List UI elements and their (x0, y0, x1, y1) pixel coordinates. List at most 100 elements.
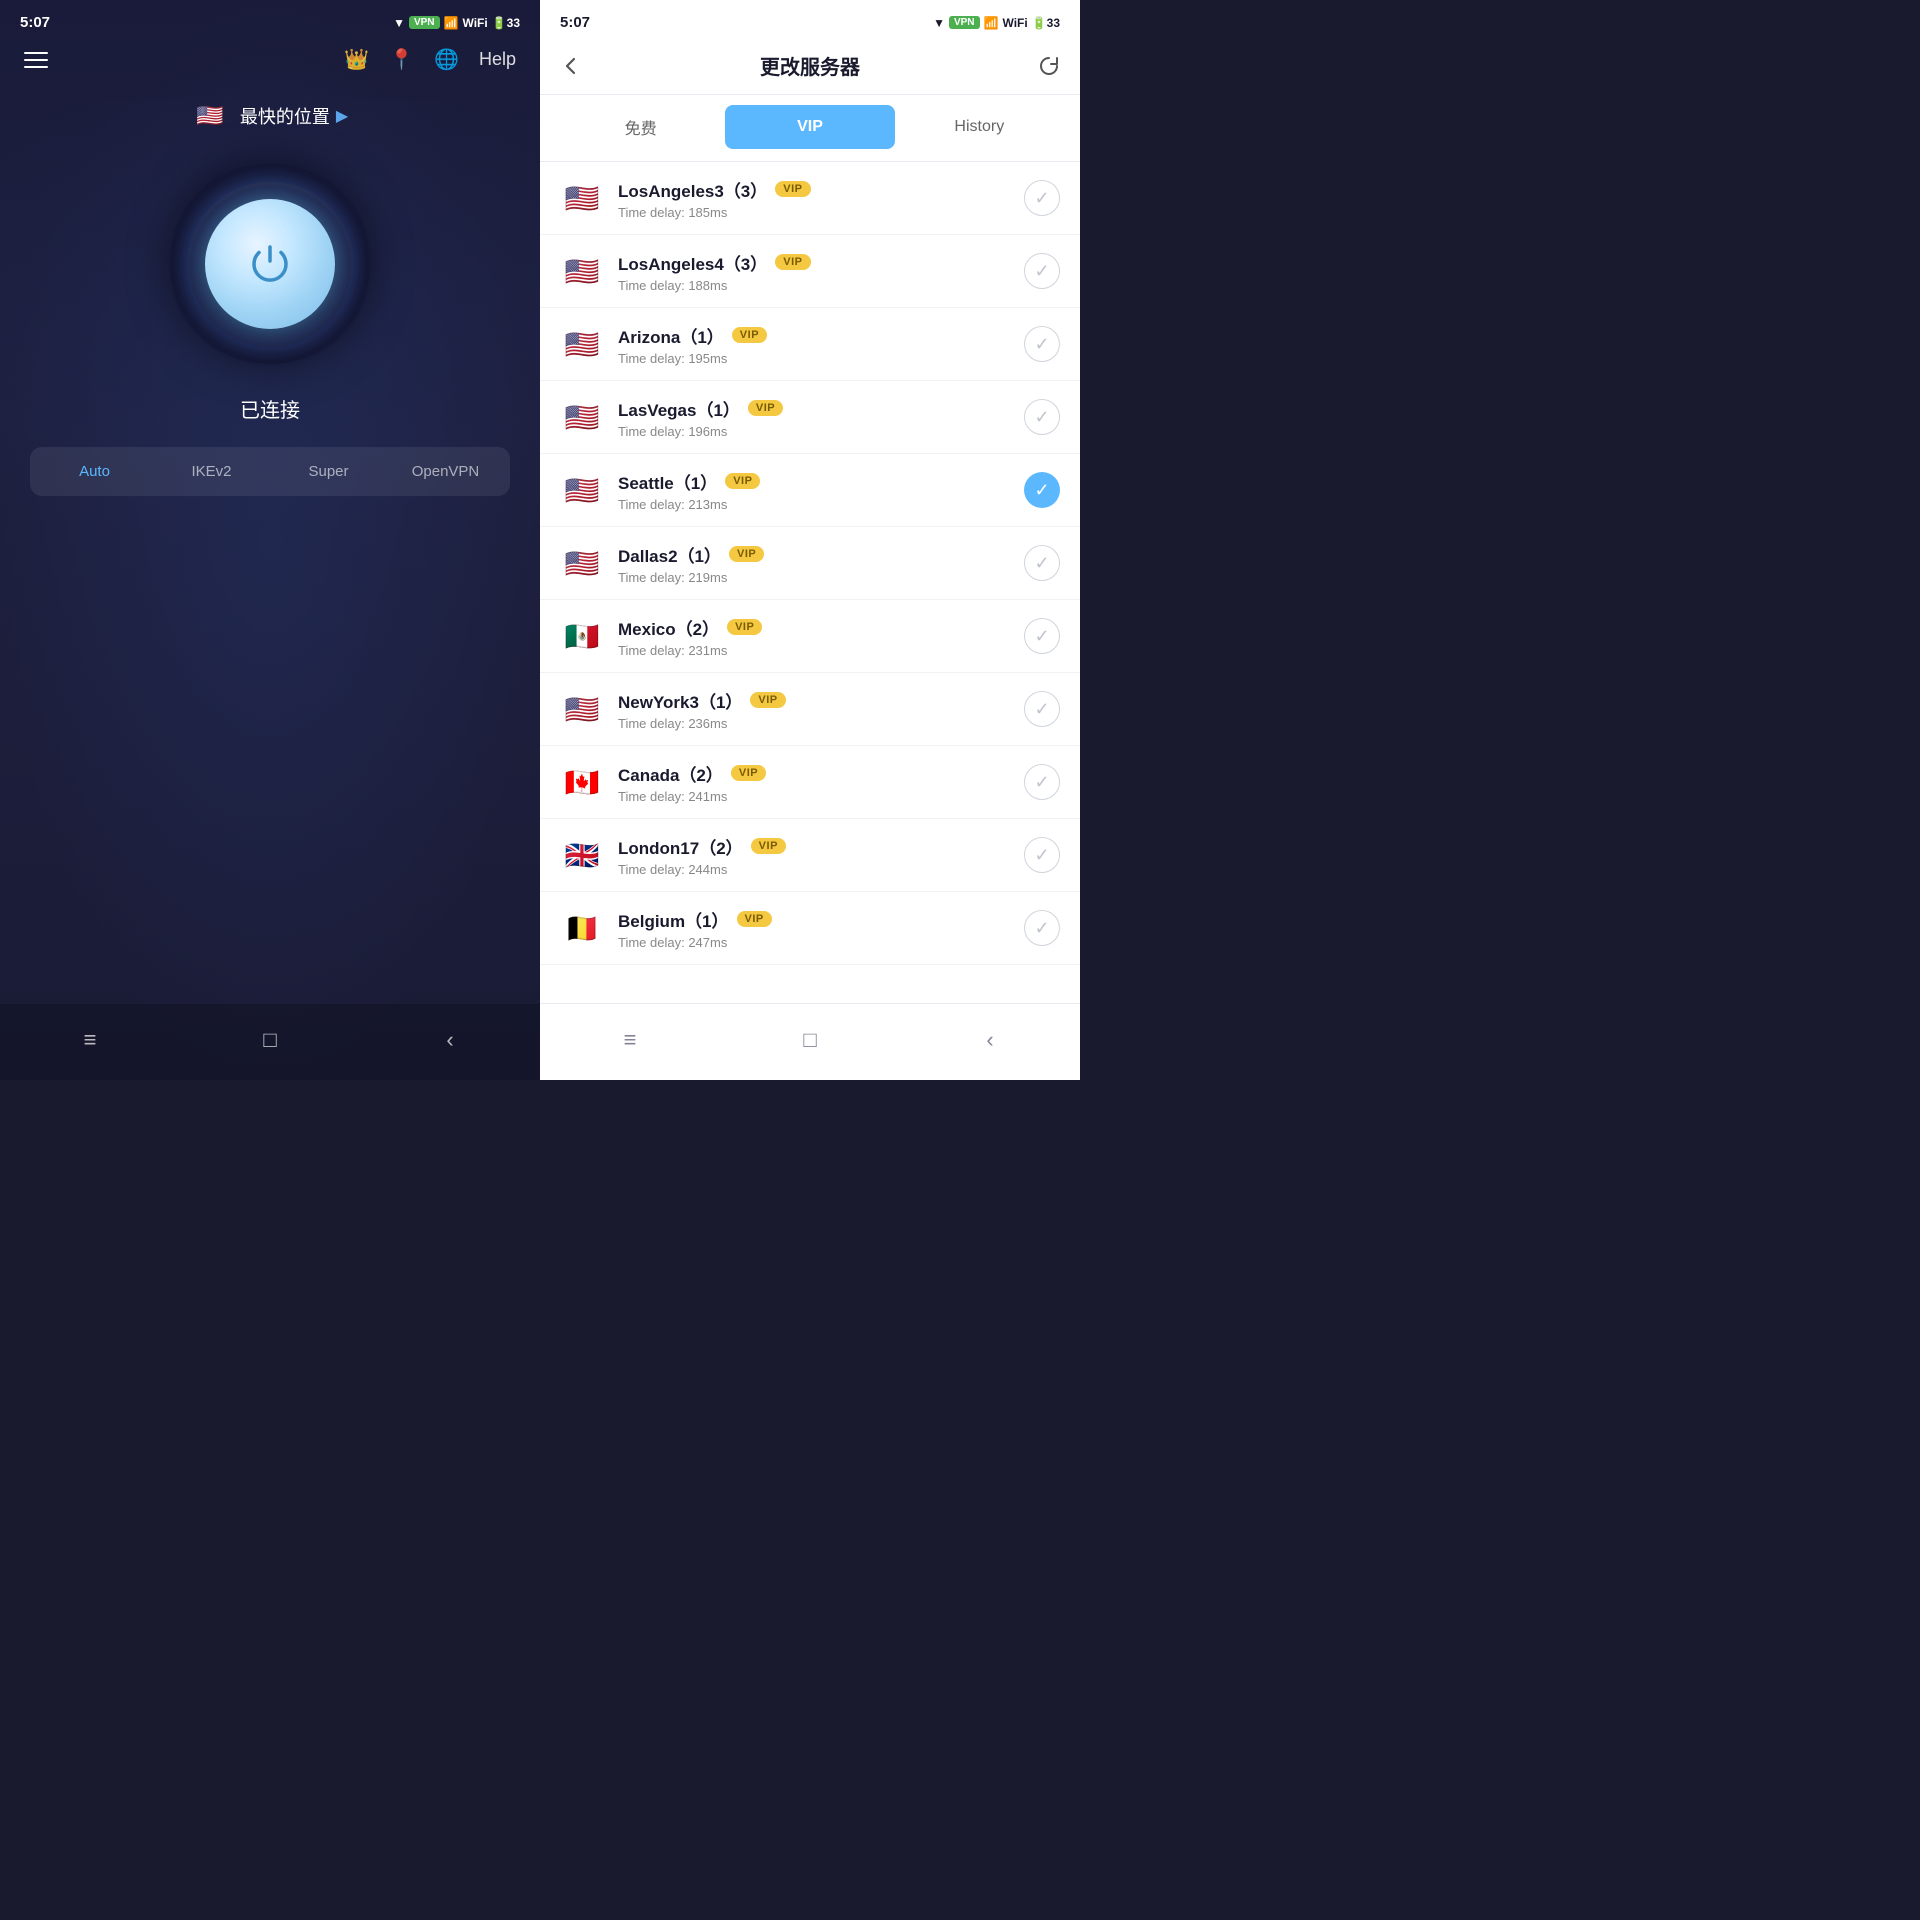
select-icon[interactable]: ✓ (1024, 472, 1060, 508)
vip-badge: VIP (727, 619, 762, 635)
tab-ikev2[interactable]: IKEv2 (153, 453, 270, 490)
left-signal-icon: 📶 (444, 16, 459, 30)
left-nav-back-icon[interactable]: ‹ (430, 1020, 470, 1060)
server-name: LosAngeles3（3） (618, 177, 767, 202)
select-icon[interactable]: ✓ (1024, 691, 1060, 727)
back-button[interactable] (560, 55, 596, 77)
vip-badge: VIP (737, 911, 772, 927)
vip-badge: VIP (775, 254, 810, 270)
right-nav-home-icon[interactable]: □ (790, 1020, 830, 1060)
vip-badge: VIP (729, 546, 764, 562)
location-flag: 🇺🇸 (192, 98, 228, 134)
server-info: Seattle（1） VIP Time delay: 213ms (618, 469, 1024, 512)
vip-badge: VIP (750, 692, 785, 708)
select-icon[interactable]: ✓ (1024, 837, 1060, 873)
server-delay: Time delay: 213ms (618, 497, 1024, 512)
server-delay: Time delay: 185ms (618, 205, 1024, 220)
server-info: London17（2） VIP Time delay: 244ms (618, 834, 1024, 877)
location-text: 最快的位置 ▶ (240, 103, 348, 129)
server-flag: 🇺🇸 (560, 249, 604, 293)
server-flag: 🇺🇸 (560, 687, 604, 731)
server-item[interactable]: 🇺🇸 NewYork3（1） VIP Time delay: 236ms ✓ (540, 673, 1080, 746)
server-info: LosAngeles3（3） VIP Time delay: 185ms (618, 177, 1024, 220)
server-item[interactable]: 🇬🇧 London17（2） VIP Time delay: 244ms ✓ (540, 819, 1080, 892)
server-item[interactable]: 🇺🇸 Arizona（1） VIP Time delay: 195ms ✓ (540, 308, 1080, 381)
server-item[interactable]: 🇺🇸 Dallas2（1） VIP Time delay: 219ms ✓ (540, 527, 1080, 600)
vip-badge: VIP (775, 181, 810, 197)
right-nav-menu-icon[interactable]: ≡ (610, 1020, 650, 1060)
server-info: LosAngeles4（3） VIP Time delay: 188ms (618, 250, 1024, 293)
refresh-button[interactable] (1024, 55, 1060, 77)
server-delay: Time delay: 219ms (618, 570, 1024, 585)
globe-icon[interactable]: 🌐 (434, 47, 459, 72)
select-icon[interactable]: ✓ (1024, 180, 1060, 216)
vip-badge: VIP (748, 400, 783, 416)
vip-badge: VIP (732, 327, 767, 343)
select-icon[interactable]: ✓ (1024, 910, 1060, 946)
server-name-row: Arizona（1） VIP (618, 323, 1024, 348)
server-name: Seattle（1） (618, 469, 717, 494)
server-delay: Time delay: 241ms (618, 789, 1024, 804)
server-delay: Time delay: 244ms (618, 862, 1024, 877)
server-name-row: NewYork3（1） VIP (618, 688, 1024, 713)
server-name-row: Dallas2（1） VIP (618, 542, 1024, 567)
tab-vip[interactable]: VIP (725, 105, 894, 149)
server-item[interactable]: 🇺🇸 LosAngeles3（3） VIP Time delay: 185ms … (540, 162, 1080, 235)
server-delay: Time delay: 236ms (618, 716, 1024, 731)
select-icon[interactable]: ✓ (1024, 764, 1060, 800)
select-icon[interactable]: ✓ (1024, 399, 1060, 435)
server-flag: 🇺🇸 (560, 176, 604, 220)
server-name-row: Mexico（2） VIP (618, 615, 1024, 640)
right-topbar: 更改服务器 (540, 39, 1080, 95)
server-delay: Time delay: 247ms (618, 935, 1024, 950)
server-item[interactable]: 🇧🇪 Belgium（1） VIP Time delay: 247ms ✓ (540, 892, 1080, 965)
location-row[interactable]: 🇺🇸 最快的位置 ▶ (0, 98, 540, 134)
select-icon[interactable]: ✓ (1024, 253, 1060, 289)
server-delay: Time delay: 195ms (618, 351, 1024, 366)
hamburger-menu-icon[interactable] (24, 52, 48, 68)
right-nav-back-icon[interactable]: ‹ (970, 1020, 1010, 1060)
server-item[interactable]: 🇺🇸 LosAngeles4（3） VIP Time delay: 188ms … (540, 235, 1080, 308)
crown-icon[interactable]: 👑 (344, 47, 369, 72)
select-icon[interactable]: ✓ (1024, 618, 1060, 654)
tab-free[interactable]: 免费 (556, 105, 725, 149)
server-info: LasVegas（1） VIP Time delay: 196ms (618, 396, 1024, 439)
right-vpn-badge: VPN (949, 16, 980, 29)
server-info: Canada（2） VIP Time delay: 241ms (618, 761, 1024, 804)
select-icon[interactable]: ✓ (1024, 545, 1060, 581)
right-panel: 5:07 ▼ VPN 📶 WiFi 🔋33 更改服务器 免费 VIP Histo… (540, 0, 1080, 1080)
server-name-row: LosAngeles3（3） VIP (618, 177, 1024, 202)
server-name-row: Belgium（1） VIP (618, 907, 1024, 932)
power-button[interactable] (205, 199, 335, 329)
select-icon[interactable]: ✓ (1024, 326, 1060, 362)
right-time: 5:07 (560, 14, 590, 31)
power-middle-ring (188, 182, 353, 347)
left-nav-home-icon[interactable]: □ (250, 1020, 290, 1060)
server-item[interactable]: 🇺🇸 Seattle（1） VIP Time delay: 213ms ✓ (540, 454, 1080, 527)
location-arrow-icon: ▶ (336, 106, 348, 126)
help-button[interactable]: Help (479, 49, 516, 70)
server-flag: 🇲🇽 (560, 614, 604, 658)
left-nav-menu-icon[interactable]: ≡ (70, 1020, 110, 1060)
location-pin-icon[interactable]: 📍 (389, 47, 414, 72)
server-flag: 🇺🇸 (560, 541, 604, 585)
protocol-tabs: Auto IKEv2 Super OpenVPN (30, 447, 510, 496)
right-panel-title: 更改服务器 (596, 51, 1024, 80)
left-panel: 5:07 ▼ VPN 📶 WiFi 🔋33 👑 📍 🌐 Help 🇺🇸 最快的位… (0, 0, 540, 1080)
server-name: Arizona（1） (618, 323, 724, 348)
topbar-icons: 👑 📍 🌐 Help (344, 47, 516, 72)
right-download-icon: ▼ (933, 16, 945, 30)
server-name: NewYork3（1） (618, 688, 742, 713)
tab-history[interactable]: History (895, 105, 1064, 149)
server-item[interactable]: 🇺🇸 LasVegas（1） VIP Time delay: 196ms ✓ (540, 381, 1080, 454)
server-name-row: Canada（2） VIP (618, 761, 1024, 786)
server-name-row: LosAngeles4（3） VIP (618, 250, 1024, 275)
tab-openvpn[interactable]: OpenVPN (387, 453, 504, 490)
server-name: Canada（2） (618, 761, 723, 786)
server-item[interactable]: 🇲🇽 Mexico（2） VIP Time delay: 231ms ✓ (540, 600, 1080, 673)
server-name: LosAngeles4（3） (618, 250, 767, 275)
left-status-bar: 5:07 ▼ VPN 📶 WiFi 🔋33 (0, 0, 540, 39)
tab-super[interactable]: Super (270, 453, 387, 490)
tab-auto[interactable]: Auto (36, 453, 153, 490)
server-item[interactable]: 🇨🇦 Canada（2） VIP Time delay: 241ms ✓ (540, 746, 1080, 819)
